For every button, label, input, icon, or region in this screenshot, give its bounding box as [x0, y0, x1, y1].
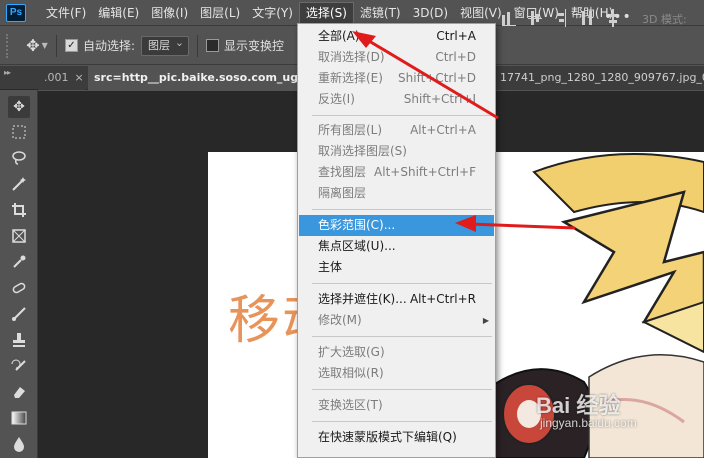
lasso-tool-icon[interactable] — [8, 147, 30, 169]
distribute-icon[interactable] — [580, 9, 594, 27]
more-options-button[interactable]: ••• — [604, 9, 632, 25]
document-tab-active[interactable]: src=http__pic.baike.soso.com_ugc_b — [88, 66, 298, 90]
tools-panel: ✥ — [0, 90, 38, 458]
menu-item-focus-area[interactable]: 焦点区域(U)... — [299, 236, 494, 257]
menu-item-inverse[interactable]: 反选(I) Shift+Ctrl+I — [299, 89, 494, 110]
divider — [197, 34, 199, 57]
auto-select-target-dropdown[interactable]: 图层 — [141, 34, 190, 56]
chevron-down-icon: ▼ — [41, 41, 48, 50]
shortcut: Alt+Shift+Ctrl+F — [374, 165, 476, 179]
select-menu-dropdown: 全部(A) Ctrl+A 取消选择(D) Ctrl+D 重新选择(E) Shift+C… — [297, 23, 496, 458]
menu-item-find-layers[interactable]: 查找图层 Alt+Shift+Ctrl+F — [299, 162, 494, 183]
align-bottom-icon[interactable] — [502, 9, 516, 27]
shortcut: Alt+Ctrl+A — [410, 123, 476, 137]
move-tool-icon[interactable]: ✥ — [8, 96, 30, 118]
menu-view[interactable]: 视图(V) — [454, 2, 508, 24]
menu-item-reselect[interactable]: 重新选择(E) Shift+Ctrl+D — [299, 68, 494, 89]
auto-select-checkbox[interactable]: ✓ — [65, 39, 78, 52]
close-icon[interactable]: × — [75, 71, 84, 84]
menu-file[interactable]: 文件(F) — [40, 2, 92, 24]
menu-item-all-layers[interactable]: 所有图层(L) Alt+Ctrl+A — [299, 120, 494, 141]
menu-item-subject[interactable]: 主体 — [299, 257, 494, 278]
menu-item-similar[interactable]: 选取相似(R) — [299, 363, 494, 384]
move-tool-preset-icon[interactable]: ✥ ▼ — [26, 35, 48, 57]
menu-separator — [312, 283, 492, 284]
menu-item-select-and-mask[interactable]: 选择并遮住(K)... Alt+Ctrl+R — [299, 289, 494, 310]
frame-tool-icon[interactable] — [8, 225, 30, 247]
menu-separator — [312, 389, 492, 390]
document-tab[interactable]: .001 × — [38, 66, 86, 90]
show-transform-label: 显示变换控 — [224, 39, 285, 53]
blur-tool-icon[interactable] — [8, 433, 30, 455]
menu-image[interactable]: 图像(I) — [145, 2, 194, 24]
menu-item-deselect[interactable]: 取消选择(D) Ctrl+D — [299, 47, 494, 68]
submenu-arrow-icon: ▶ — [482, 316, 489, 325]
watermark-url: jingyan.baidu.com — [540, 416, 637, 430]
menu-item-color-range[interactable]: 色彩范围(C)... — [299, 215, 494, 236]
show-transform-checkbox[interactable] — [206, 39, 220, 52]
brush-tool-icon[interactable] — [8, 303, 30, 325]
menu-separator — [312, 115, 492, 116]
baidu-watermark: Bai 经验 jingyan.baidu.com — [536, 388, 637, 430]
eraser-tool-icon[interactable] — [8, 381, 30, 403]
gradient-tool-icon[interactable] — [8, 407, 30, 429]
divider — [56, 34, 57, 57]
magic-wand-tool-icon[interactable] — [8, 173, 30, 195]
marquee-tool-icon[interactable] — [8, 121, 30, 143]
menu-item-transform-selection[interactable]: 变换选区(T) — [299, 395, 494, 416]
menu-edit[interactable]: 编辑(E) — [92, 2, 145, 24]
tab-label: 17741_png_1280_1280_909767.jpg_0&ref — [500, 71, 704, 84]
menu-separator — [312, 209, 492, 210]
menu-item-modify[interactable]: 修改(M) ▶ — [299, 310, 494, 331]
shortcut: Ctrl+A — [436, 29, 476, 43]
menu-filter[interactable]: 滤镜(T) — [354, 2, 407, 24]
menu-item-deselect-layers[interactable]: 取消选择图层(S) — [299, 141, 494, 162]
menu-3d[interactable]: 3D(D) — [407, 2, 454, 24]
crop-tool-icon[interactable] — [8, 199, 30, 221]
history-brush-tool-icon[interactable] — [8, 355, 30, 377]
tab-label: .001 — [44, 71, 69, 84]
align-right-icon[interactable] — [554, 9, 568, 27]
menu-item-isolate-layers[interactable]: 隔离图层 — [299, 183, 494, 204]
document-tab[interactable]: 17741_png_1280_1280_909767.jpg_0&ref — [494, 66, 704, 90]
photoshop-logo[interactable]: Ps — [6, 3, 26, 22]
menu-select[interactable]: 选择(S) — [298, 1, 354, 24]
shortcut: Shift+Ctrl+I — [403, 92, 476, 106]
menu-item-grow[interactable]: 扩大选取(G) — [299, 342, 494, 363]
menu-separator — [312, 336, 492, 337]
shortcut: Ctrl+D — [435, 50, 476, 64]
shortcut: Alt+Ctrl+R — [409, 292, 476, 306]
menu-separator — [312, 421, 492, 422]
expand-panels-icon[interactable]: ▸▸ — [4, 68, 11, 77]
tab-label: src=http__pic.baike.soso.com_ugc_b — [94, 71, 298, 84]
align-center-icon[interactable] — [528, 9, 542, 27]
eyedropper-tool-icon[interactable] — [8, 251, 30, 273]
options-grip[interactable] — [6, 33, 12, 58]
menu-layer[interactable]: 图层(L) — [194, 2, 246, 24]
shortcut: Shift+Ctrl+D — [398, 71, 476, 85]
auto-select-label: 自动选择: — [83, 39, 136, 53]
menu-item-select-all[interactable]: 全部(A) Ctrl+A — [299, 26, 494, 47]
healing-brush-tool-icon[interactable] — [8, 277, 30, 299]
menu-item-quick-mask[interactable]: 在快速蒙版模式下编辑(Q) — [299, 427, 494, 448]
clone-stamp-tool-icon[interactable] — [8, 329, 30, 351]
3d-mode-label: 3D 模式: — [642, 13, 687, 26]
menu-type[interactable]: 文字(Y) — [246, 2, 299, 24]
align-controls — [502, 9, 620, 27]
